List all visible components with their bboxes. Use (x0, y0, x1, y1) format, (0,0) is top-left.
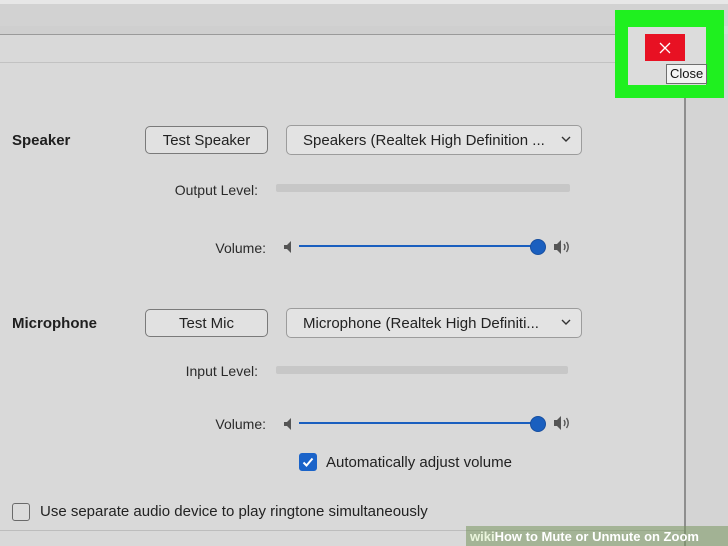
auto-adjust-volume-checkbox[interactable] (299, 453, 317, 471)
speaker-section-label: Speaker (12, 132, 71, 149)
speaker-volume-slider-thumb[interactable] (530, 239, 546, 255)
watermark-logo: wiki (470, 528, 495, 544)
speaker-low-icon (284, 241, 291, 253)
input-level-meter (276, 366, 568, 374)
test-mic-button[interactable]: Test Mic (145, 309, 268, 337)
speaker-device-value: Speakers (Realtek High Definition ... (303, 131, 545, 149)
output-level-label: Output Level: (174, 182, 258, 198)
microphone-volume-slider-thumb[interactable] (530, 416, 546, 432)
microphone-volume-label: Volume: (215, 416, 266, 432)
close-tooltip: Close (666, 64, 708, 84)
speaker-device-select[interactable]: Speakers (Realtek High Definition ... (286, 125, 582, 155)
chevron-down-icon (561, 136, 571, 142)
auto-adjust-volume-label[interactable]: Automatically adjust volume (326, 454, 512, 471)
chevron-down-icon (561, 319, 571, 325)
microphone-volume-track[interactable] (299, 422, 537, 424)
background-gutter (686, 34, 728, 546)
separate-ringtone-label[interactable]: Use separate audio device to play ringto… (40, 503, 428, 520)
speaker-volume-label: Volume: (215, 240, 266, 256)
separate-ringtone-checkbox[interactable] (12, 503, 30, 521)
close-button[interactable] (645, 34, 685, 61)
speaker-high-icon (554, 240, 569, 254)
input-level-label: Input Level: (185, 363, 258, 379)
speaker-volume-track[interactable] (299, 245, 537, 247)
output-level-meter (276, 184, 570, 192)
microphone-device-select[interactable]: Microphone (Realtek High Definiti... (286, 308, 582, 338)
microphone-section-label: Microphone (12, 315, 97, 332)
dialog-title-bar (0, 26, 690, 35)
checkmark-icon (302, 457, 314, 467)
speaker-high-icon (554, 416, 569, 430)
test-speaker-button[interactable]: Test Speaker (145, 126, 268, 154)
divider (0, 62, 684, 63)
watermark-banner: wiki How to Mute or Unmute on Zoom (466, 526, 728, 546)
close-icon (659, 42, 671, 53)
speaker-low-icon (284, 418, 291, 430)
watermark-title: How to Mute or Unmute on Zoom (494, 528, 699, 544)
microphone-device-value: Microphone (Realtek High Definiti... (303, 314, 539, 332)
